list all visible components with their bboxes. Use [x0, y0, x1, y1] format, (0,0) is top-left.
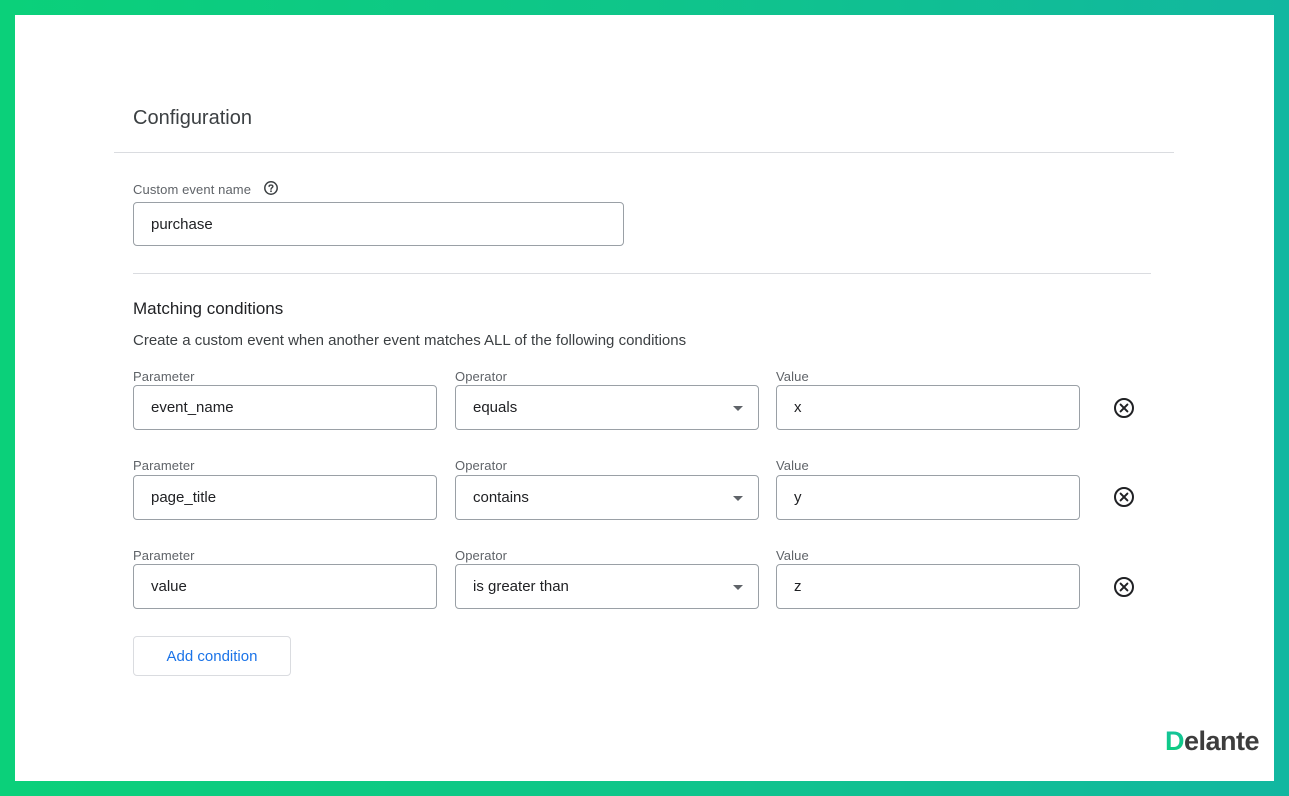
value-value: x: [794, 399, 802, 416]
help-icon[interactable]: [263, 180, 279, 196]
configuration-title: Configuration: [133, 107, 252, 129]
add-condition-button[interactable]: Add condition: [133, 636, 291, 676]
custom-event-name-input[interactable]: purchase: [133, 202, 624, 246]
parameter-label: Parameter: [133, 369, 195, 384]
remove-condition-icon[interactable]: [1112, 485, 1136, 509]
value-input[interactable]: z: [776, 564, 1080, 609]
brand-frame: Configuration Custom event name purchase…: [0, 0, 1289, 796]
value-label: Value: [776, 458, 809, 473]
parameter-value: page_title: [151, 489, 217, 506]
custom-event-name-label: Custom event name: [133, 182, 252, 197]
matching-conditions-title: Matching conditions: [133, 299, 284, 318]
value-input[interactable]: x: [776, 385, 1080, 430]
parameter-input[interactable]: event_name: [133, 385, 437, 430]
value-label: Value: [776, 369, 809, 384]
operator-value: is greater than: [473, 578, 569, 595]
operator-value: equals: [473, 399, 518, 416]
value-value: z: [794, 578, 802, 595]
operator-select[interactable]: equals: [455, 385, 759, 430]
operator-select[interactable]: contains: [455, 475, 759, 520]
section-divider: [133, 273, 1151, 274]
custom-event-name-value: purchase: [151, 215, 213, 233]
operator-label: Operator: [455, 369, 508, 384]
operator-value: contains: [473, 489, 529, 506]
value-label: Value: [776, 548, 809, 563]
operator-label: Operator: [455, 458, 508, 473]
remove-condition-icon[interactable]: [1112, 575, 1136, 599]
remove-condition-icon[interactable]: [1112, 396, 1136, 420]
parameter-input[interactable]: page_title: [133, 475, 437, 520]
arrow-drop-down-icon: [733, 405, 743, 411]
matching-conditions-description: Create a custom event when another event…: [133, 332, 687, 349]
parameter-label: Parameter: [133, 458, 195, 473]
parameter-input[interactable]: value: [133, 564, 437, 609]
operator-label: Operator: [455, 548, 508, 563]
arrow-drop-down-icon: [733, 584, 743, 590]
logo-first-letter: D: [1164, 726, 1185, 756]
parameter-value: event_name: [151, 399, 234, 416]
parameter-label: Parameter: [133, 548, 195, 563]
parameter-value: value: [151, 578, 187, 595]
value-value: y: [794, 489, 802, 506]
logo-rest: elante: [1183, 726, 1260, 756]
delante-logo: Delante: [1164, 726, 1260, 757]
top-divider: [114, 152, 1174, 153]
configuration-panel: Configuration Custom event name purchase…: [15, 15, 1274, 781]
operator-select[interactable]: is greater than: [455, 564, 759, 609]
arrow-drop-down-icon: [733, 495, 743, 501]
value-input[interactable]: y: [776, 475, 1080, 520]
